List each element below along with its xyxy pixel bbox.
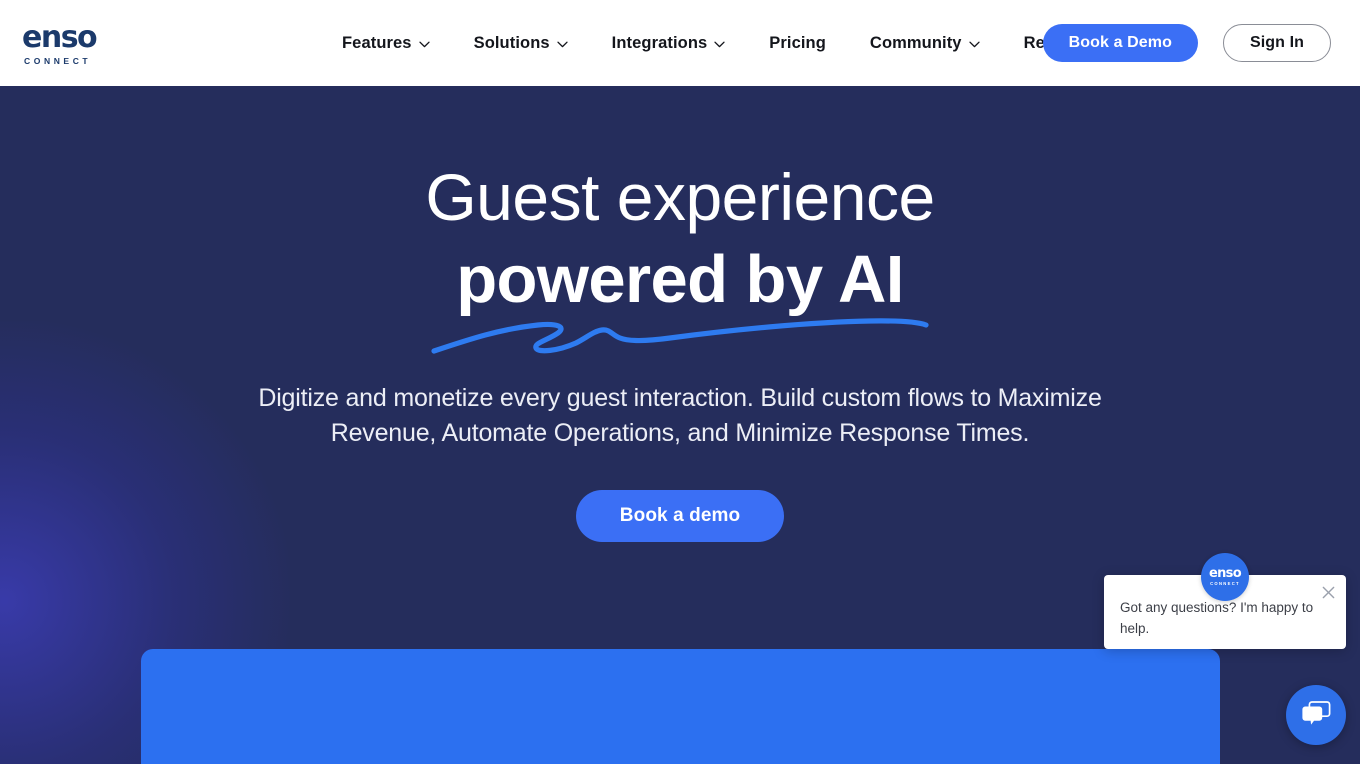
header-book-demo-button[interactable]: Book a Demo: [1042, 24, 1198, 62]
nav-item-integrations[interactable]: Integrations: [590, 0, 748, 86]
close-icon[interactable]: [1317, 581, 1339, 603]
nav-item-community[interactable]: Community: [848, 0, 1002, 86]
logo-wordmark: enso: [22, 19, 98, 55]
nav-label-solutions: Solutions: [473, 33, 550, 52]
nav-label-pricing: Pricing: [769, 33, 826, 52]
header-actions: Book a Demo Sign In: [1042, 0, 1331, 86]
chevron-down-icon: [557, 41, 568, 48]
nav-label-integrations: Integrations: [611, 33, 708, 52]
hero-section: Guest experience powered by AI Digitize …: [0, 86, 1360, 764]
chevron-down-icon: [418, 41, 430, 48]
hero-content: Guest experience powered by AI Digitize …: [0, 86, 1360, 542]
chat-bubbles-icon: [1301, 699, 1331, 732]
primary-navigation: Features Solutions Integrations Pricing …: [320, 0, 1149, 86]
site-header: enso CONNECT Features Solutions Integrat…: [0, 0, 1360, 86]
hero-subheading: Digitize and monetize every guest intera…: [258, 384, 1102, 447]
chat-avatar-wordmark: enso: [1209, 566, 1242, 582]
chevron-down-icon: [968, 41, 980, 48]
site-logo[interactable]: enso CONNECT: [22, 22, 142, 66]
hero-heading: Guest experience powered by AI: [0, 86, 1360, 354]
nav-item-pricing[interactable]: Pricing: [747, 0, 848, 86]
nav-item-features[interactable]: Features: [320, 0, 452, 86]
hero-heading-line-2: powered by AI: [456, 242, 904, 317]
hero-cta-wrap: Book a demo: [0, 450, 1360, 542]
chevron-down-icon: [714, 41, 725, 48]
chat-avatar-tagline: CONNECT: [1210, 581, 1240, 587]
hero-book-demo-button[interactable]: Book a demo: [575, 490, 785, 542]
logo-tagline: CONNECT: [24, 55, 92, 66]
hero-heading-line-2-wrap: powered by AI: [0, 246, 1360, 354]
chat-launcher-button[interactable]: [1286, 685, 1346, 745]
sign-in-button[interactable]: Sign In: [1222, 24, 1331, 62]
nav-item-solutions[interactable]: Solutions: [452, 0, 590, 86]
hero-heading-line-1: Guest experience: [425, 160, 935, 234]
nav-label-features: Features: [342, 33, 412, 52]
nav-label-community: Community: [869, 33, 962, 52]
product-video-panel[interactable]: [141, 649, 1220, 764]
chat-greeting-message: Got any questions? I'm happy to help.: [1120, 600, 1314, 636]
chat-avatar[interactable]: enso CONNECT: [1201, 553, 1249, 601]
